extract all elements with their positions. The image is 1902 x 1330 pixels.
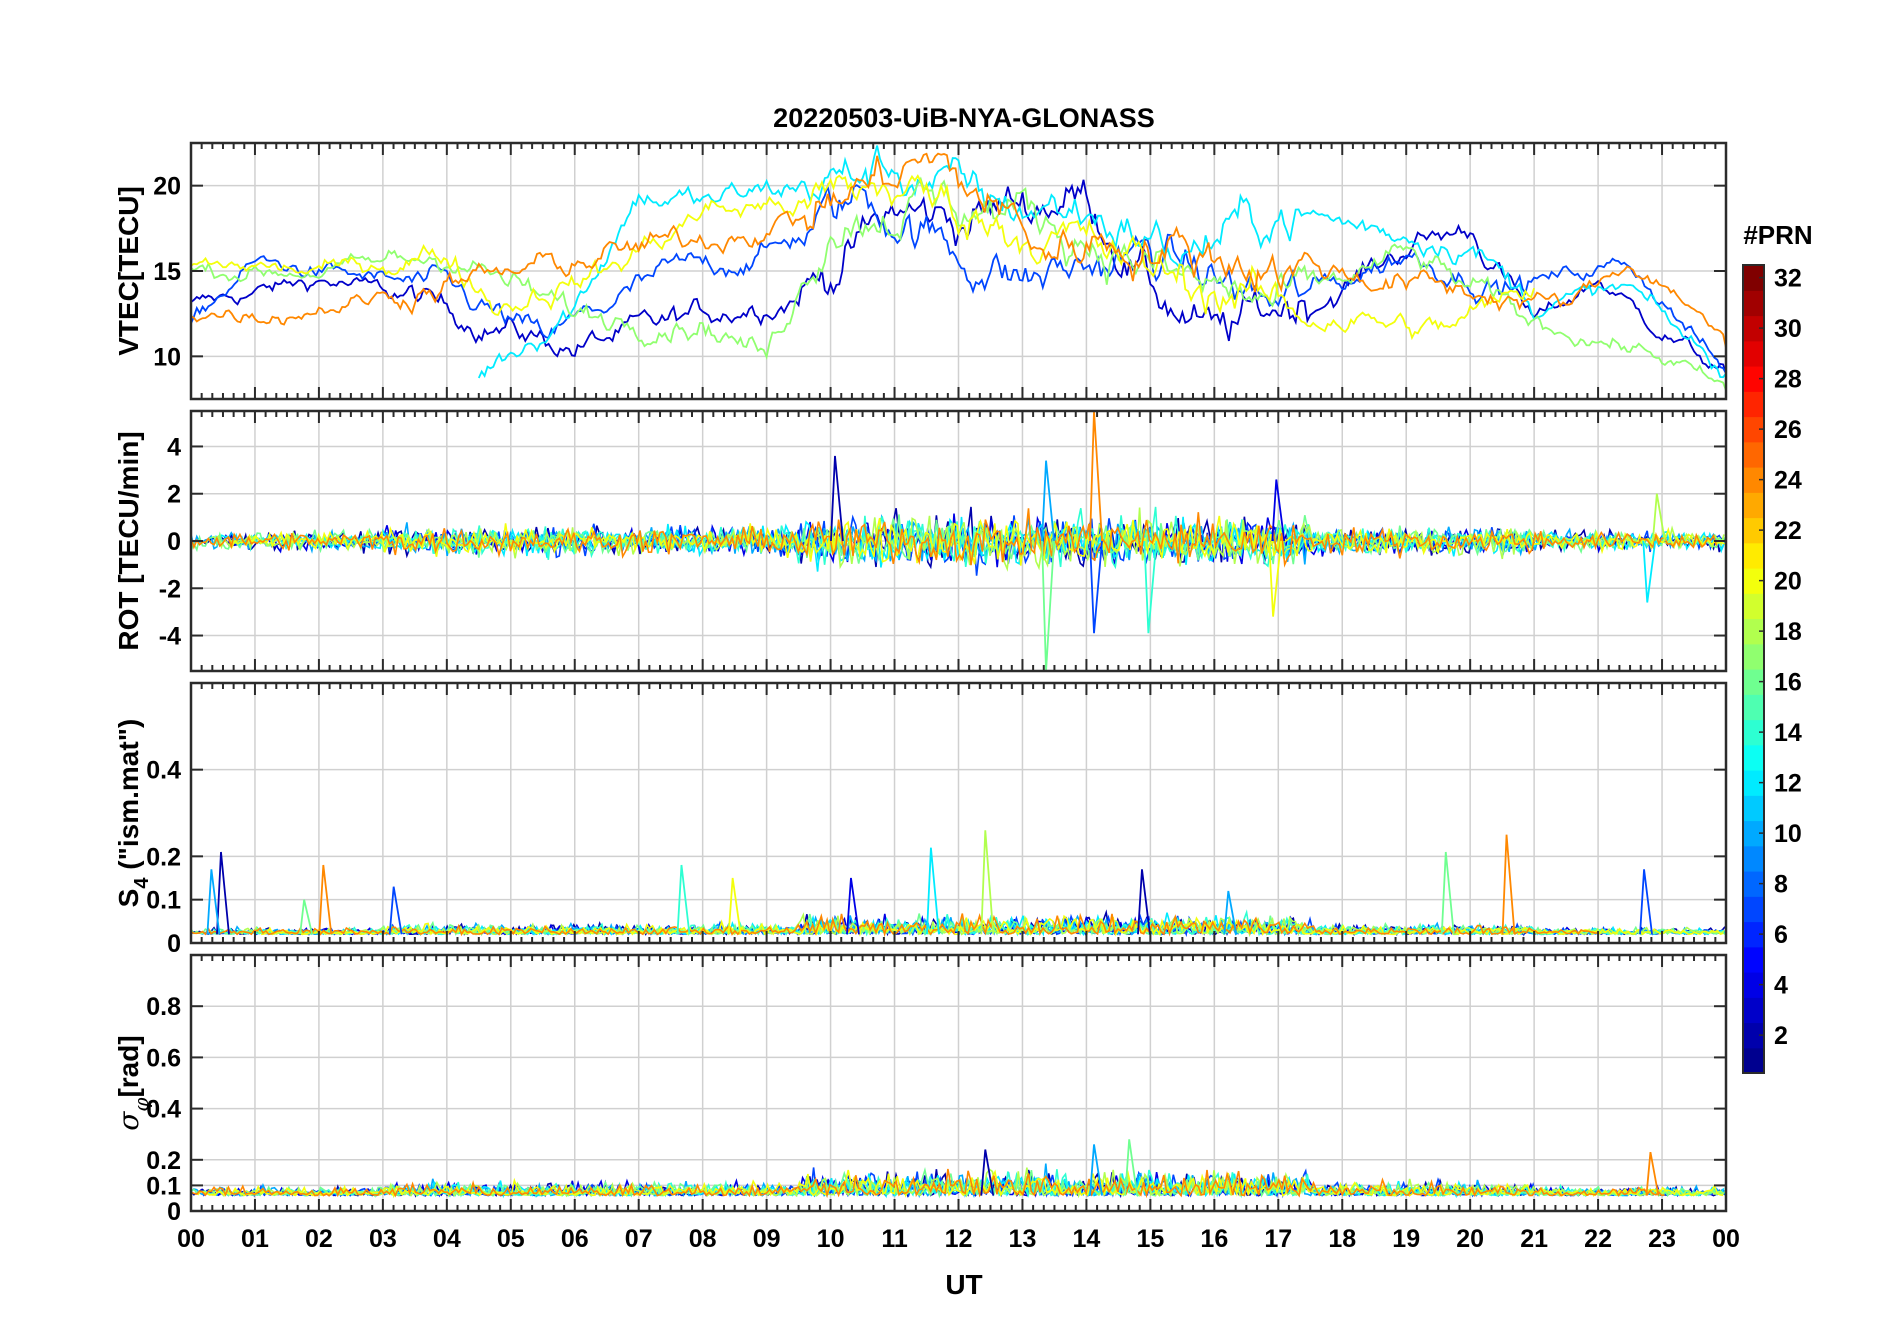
x-tick-label: 12	[945, 1225, 973, 1253]
chart-title: 20220503-UiB-NYA-GLONASS	[773, 103, 1155, 133]
x-tick-label: 19	[1392, 1225, 1420, 1253]
y-axis-label: S4 ("ism.mat")	[113, 719, 153, 908]
y-tick-label: 0.4	[146, 757, 181, 785]
y-axis-label: VTEC[TECU]	[113, 186, 144, 356]
x-axis-label: UT	[945, 1269, 982, 1300]
colorbar-band	[1743, 290, 1764, 317]
y-axis-label: ROT [TECU/min]	[113, 431, 144, 650]
spike-mark	[980, 830, 995, 935]
colorbar-tick-label: 24	[1774, 467, 1802, 495]
y-tick-label: 0.6	[146, 1044, 181, 1072]
spike-mark	[1440, 851, 1455, 935]
colorbar-tick-label: 6	[1774, 921, 1788, 949]
x-tick-label: 04	[433, 1225, 461, 1253]
colorbar: 2468101214161820222426283032	[1742, 264, 1802, 1074]
colorbar-band	[1743, 593, 1764, 620]
x-tick-label: 06	[561, 1225, 589, 1253]
colorbar-tick-label: 22	[1774, 517, 1802, 545]
x-tick-label: 14	[1073, 1225, 1101, 1253]
x-tick-label: 10	[817, 1225, 845, 1253]
x-tick-label: 01	[241, 1225, 269, 1253]
colorbar-tick-label: 8	[1774, 871, 1788, 899]
colorbar-band	[1743, 391, 1764, 418]
x-tick-label: 20	[1456, 1225, 1484, 1253]
panels: 101520VTEC[TECU]420-2-4ROT [TECU/min]00.…	[112, 141, 1728, 1226]
x-tick-label: 07	[625, 1225, 653, 1253]
colorbar-band	[1743, 1047, 1764, 1074]
colorbar-band	[1743, 946, 1764, 973]
colorbar-tick-label: 16	[1774, 669, 1802, 697]
x-tick-label: 09	[753, 1225, 781, 1253]
colorbar-band	[1743, 997, 1764, 1024]
colorbar-tick-label: 10	[1774, 820, 1802, 848]
y-tick-label: 15	[153, 258, 181, 286]
colorbar-tick-label: 20	[1774, 568, 1802, 596]
y-tick-label: 0.1	[146, 887, 181, 915]
x-tick-label: 03	[369, 1225, 397, 1253]
colorbar-tick-label: 4	[1774, 972, 1788, 1000]
colorbar-tick-label: 12	[1774, 770, 1802, 798]
y-tick-label: 0	[167, 528, 181, 556]
colorbar-tick-label: 28	[1774, 366, 1802, 394]
y-tick-label: -2	[159, 575, 181, 603]
colorbar-band	[1743, 643, 1764, 670]
x-tick-label: 00	[177, 1225, 205, 1253]
colorbar-band	[1743, 795, 1764, 822]
colorbar-band	[1743, 896, 1764, 923]
x-tick-label: 00	[1712, 1225, 1740, 1253]
panel-sigmaphi: 00.10.20.40.60.8σφ[rad]	[112, 953, 1728, 1226]
x-tick-label: 05	[497, 1225, 525, 1253]
colorbar-label: #PRN	[1743, 220, 1812, 250]
spike-mark	[1639, 869, 1653, 935]
y-tick-label: 0.2	[146, 1147, 181, 1175]
y-tick-label: 0.2	[146, 843, 181, 871]
y-tick-label: 20	[153, 173, 181, 201]
colorbar-tick-label: 2	[1774, 1022, 1788, 1050]
colorbar-tick-label: 30	[1774, 315, 1802, 343]
x-tick-label: 15	[1136, 1225, 1164, 1253]
x-tick-label: 11	[881, 1225, 908, 1253]
colorbar-tick-label: 32	[1774, 265, 1802, 293]
series-line-prn-20	[191, 174, 1535, 341]
x-tick-label: 17	[1264, 1225, 1292, 1253]
x-tick-label: 22	[1584, 1225, 1612, 1253]
spike-mark	[216, 851, 230, 935]
panel-s4: 0 0.1 0.2 0.4S4 ("ism.mat")	[113, 681, 1728, 958]
y-tick-label: 0	[167, 930, 181, 958]
colorbar-band	[1743, 441, 1764, 468]
panel-rot: 4 2 0 -2 -4 ROT [TECU/min]	[113, 409, 1728, 673]
colorbar-band	[1743, 694, 1764, 721]
y-tick-label: -4	[159, 623, 181, 651]
x-tick-label: 02	[305, 1225, 333, 1253]
colorbar-tick-label: 26	[1774, 416, 1802, 444]
x-tick-label: 18	[1328, 1225, 1356, 1253]
x-tick-label: 16	[1200, 1225, 1228, 1253]
panel-vtec: 10 15 20 VTEC[TECU]	[113, 141, 1728, 401]
x-tick-label: 08	[689, 1225, 717, 1253]
x-tick-label: 23	[1648, 1225, 1676, 1253]
x-tick-label: 13	[1009, 1225, 1037, 1253]
y-tick-label: 4	[167, 433, 181, 461]
colorbar-tick-label: 14	[1774, 719, 1802, 747]
colorbar-band	[1743, 492, 1764, 519]
colorbar-tick-label: 18	[1774, 618, 1802, 646]
x-axis: 00 01 02 03 04 05 06 07 08 09 10 11 12 13 14 15 16 17 18 19…	[177, 1225, 1740, 1253]
spike-mark	[1651, 493, 1666, 542]
figure: 20220503-UiB-NYA-GLONASS 101520VTEC[TECU…	[112, 103, 1813, 1300]
y-tick-label: 2	[167, 481, 181, 509]
colorbar-band	[1743, 542, 1764, 569]
y-tick-label: 10	[153, 343, 181, 371]
y-tick-label: 0.8	[146, 993, 181, 1021]
y-tick-label: 0	[167, 1198, 181, 1226]
spike-mark	[206, 869, 221, 935]
colorbar-band	[1743, 845, 1764, 872]
spike-mark	[1501, 834, 1516, 935]
y-tick-label: 0.1	[146, 1172, 181, 1200]
colorbar-band	[1743, 340, 1764, 367]
x-tick-label: 21	[1520, 1225, 1548, 1253]
colorbar-band	[1743, 744, 1764, 771]
